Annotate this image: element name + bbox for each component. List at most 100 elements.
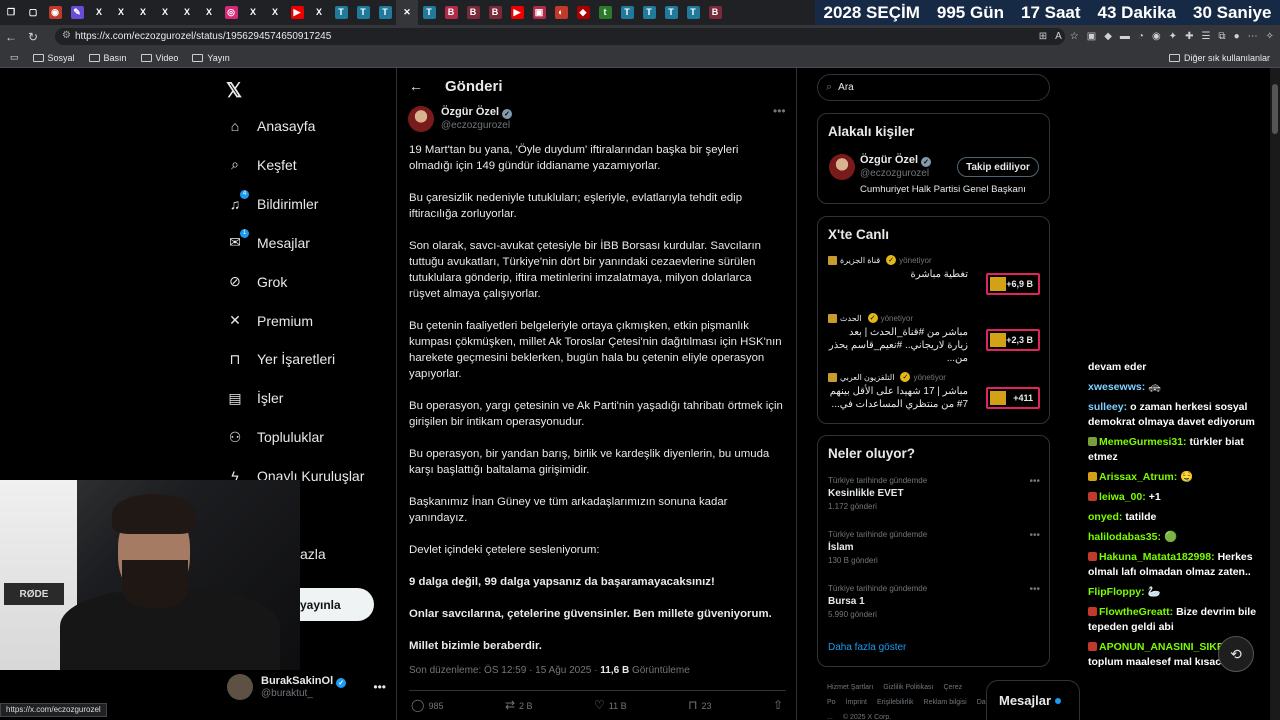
read-aloud-icon[interactable]: A xyxy=(1055,31,1062,42)
browser-tab[interactable]: B xyxy=(462,0,484,25)
extension-icon[interactable]: ◉ xyxy=(1152,31,1161,42)
browser-tab[interactable]: T xyxy=(374,0,396,25)
live-item[interactable]: الحدث ✓ yönetiyor مباشر من #قناة_الحدث | بع… xyxy=(828,313,1040,365)
browser-tab[interactable]: B xyxy=(704,0,726,25)
address-bar[interactable]: ⚙ https://x.com/eczozgurozel/status/1956… xyxy=(55,28,1065,45)
trend-item[interactable]: Türkiye tarihinde gündemde Bursa 1 5.990 g… xyxy=(828,584,1040,619)
nav-item[interactable]: ⌕ Keşfet xyxy=(226,156,297,174)
browser-tab[interactable]: T xyxy=(660,0,682,25)
browser-tab[interactable]: X xyxy=(88,0,110,25)
nav-item[interactable]: ✉ 1 Mesajlar xyxy=(226,228,310,252)
browser-tab[interactable]: X xyxy=(242,0,264,25)
browser-tab[interactable]: X xyxy=(264,0,286,25)
site-info-icon[interactable]: ⚙ xyxy=(62,30,71,41)
extension-icon[interactable]: ◆ xyxy=(1104,31,1112,42)
footer-link[interactable]: Reklam bilgisi xyxy=(924,699,967,706)
bookmark-folder-yayin[interactable]: Yayın xyxy=(192,53,230,63)
nav-more-label[interactable]: azla xyxy=(300,546,326,562)
post-button[interactable]: yayınla xyxy=(290,588,374,621)
author-avatar[interactable] xyxy=(408,106,434,132)
messages-drawer[interactable]: Mesajlar xyxy=(986,680,1080,720)
nav-item[interactable]: ▤ İşler xyxy=(226,389,283,407)
other-favorites[interactable]: Diğer sık kullanılanlar xyxy=(1168,48,1270,68)
nav-item[interactable]: ⚇ Topluluklar xyxy=(226,428,324,446)
nav-item[interactable]: ✕ Premium xyxy=(226,312,313,330)
browser-tab[interactable]: X xyxy=(198,0,220,25)
bookmark-folder-sosyal[interactable]: Sosyal xyxy=(32,53,75,63)
browser-tab[interactable]: T xyxy=(418,0,440,25)
nav-item[interactable]: ♫ 4 Bildirimler xyxy=(226,189,318,213)
author-handle[interactable]: @eczozgurozel xyxy=(441,120,510,131)
live-item[interactable]: التلفزيون العربي ✓ yönetiyor مباشر | 17 شهي… xyxy=(828,372,1040,411)
browser-tab[interactable]: B xyxy=(484,0,506,25)
browser-tab[interactable]: ▢ xyxy=(22,0,44,25)
show-more-link[interactable]: Daha fazla göster xyxy=(828,642,906,653)
menu-icon[interactable]: ⋯ xyxy=(1248,31,1258,42)
browser-tab[interactable]: ◐ xyxy=(550,0,572,25)
collections-icon[interactable]: ⧉ xyxy=(1218,31,1225,42)
extension-icon[interactable]: ◔ xyxy=(1138,31,1144,42)
split-screen-icon[interactable]: ⊞ xyxy=(1039,31,1047,42)
retweet-button[interactable]: ⇄ 2 B xyxy=(505,698,533,712)
scrollbar[interactable] xyxy=(1270,68,1280,720)
footer-link[interactable]: Gizlilik Politikası xyxy=(883,684,933,691)
post-timestamp[interactable]: Son düzenleme: ÖS 12:59 · 15 Ağu 2025 · xyxy=(409,665,600,676)
browser-tab[interactable]: ◎ xyxy=(220,0,242,25)
browser-tab[interactable]: X xyxy=(132,0,154,25)
live-listeners-badge[interactable]: +411 xyxy=(986,387,1040,409)
browser-tab[interactable]: ❐ xyxy=(0,0,22,25)
avatar[interactable] xyxy=(829,154,855,180)
footer-link[interactable]: Hizmet Şartları xyxy=(827,684,873,691)
bookmark-button[interactable]: ⊓ 23 xyxy=(688,698,711,712)
live-listeners-badge[interactable]: +6,9 B xyxy=(986,273,1040,295)
browser-tab[interactable]: X xyxy=(154,0,176,25)
live-item[interactable]: قناة الجزيرة ✓ yönetiyor تغطية مباشرة +6,9 B xyxy=(828,255,1040,295)
browser-tab[interactable]: ◉ xyxy=(44,0,66,25)
account-switcher[interactable]: BurakSakinOl ✓ @buraktut_ ••• xyxy=(227,670,392,704)
trend-item[interactable]: Türkiye tarihinde gündemde Kesinlikle EVE… xyxy=(828,476,1040,511)
more-options-icon[interactable]: ••• xyxy=(1029,584,1040,595)
search-input[interactable]: ⌕ Ara xyxy=(817,74,1050,101)
bookmark-folder-basin[interactable]: Basın xyxy=(88,53,127,63)
browser-tab[interactable]: T xyxy=(330,0,352,25)
reply-button[interactable]: ◯ 985 xyxy=(411,698,443,712)
footer-link[interactable]: İmprint xyxy=(846,699,867,706)
browser-tab[interactable]: T xyxy=(352,0,374,25)
browser-tab[interactable]: t xyxy=(594,0,616,25)
more-options-icon[interactable]: ••• xyxy=(1029,530,1040,541)
share-button[interactable]: ⇧ xyxy=(773,698,787,712)
more-options-icon[interactable]: ••• xyxy=(1029,476,1040,487)
browser-tab[interactable]: ▣ xyxy=(528,0,550,25)
nav-item[interactable]: ⊘ Grok xyxy=(226,273,287,291)
browser-tab[interactable]: B xyxy=(440,0,462,25)
reload-icon[interactable]: ↻ xyxy=(22,30,44,44)
nav-item[interactable]: ⌂ Anasayfa xyxy=(226,117,316,135)
like-button[interactable]: ♡ 11 B xyxy=(594,698,627,712)
extension-icon[interactable]: ✦ xyxy=(1169,31,1177,42)
browser-tab[interactable]: ✎ xyxy=(66,0,88,25)
extension-icon[interactable]: ▬ xyxy=(1120,31,1130,42)
footer-link[interactable]: Erişilebilirlik xyxy=(877,699,914,706)
grok-floating-icon[interactable]: ⟲ xyxy=(1218,636,1254,672)
favorite-star-icon[interactable]: ☆ xyxy=(1070,31,1079,42)
following-button[interactable]: Takip ediliyor xyxy=(957,157,1039,177)
extensions-puzzle-icon[interactable]: ✚ xyxy=(1185,31,1193,42)
browser-tab[interactable]: ✕ xyxy=(396,0,418,25)
live-listeners-badge[interactable]: +2,3 B xyxy=(986,329,1040,351)
copilot-icon[interactable]: ✧ xyxy=(1266,31,1274,42)
x-logo-icon[interactable]: 𝕏 xyxy=(226,78,242,103)
browser-tab[interactable]: X xyxy=(308,0,330,25)
extension-icon[interactable]: ▣ xyxy=(1087,31,1096,42)
nav-item[interactable]: ⊓ Yer İşaretleri xyxy=(226,350,336,368)
scrollbar-thumb[interactable] xyxy=(1272,84,1278,134)
trend-item[interactable]: Türkiye tarihinde gündemde İslam 130 B gön… xyxy=(828,530,1040,565)
bookmark-apps-icon[interactable]: ▭ xyxy=(10,52,19,63)
browser-tab[interactable]: ◆ xyxy=(572,0,594,25)
related-name[interactable]: Özgür Özel xyxy=(860,154,918,166)
author-name[interactable]: Özgür Özel xyxy=(441,106,499,118)
footer-link[interactable]: © 2025 X Corp. xyxy=(843,714,891,720)
browser-tab[interactable]: X xyxy=(110,0,132,25)
bookmark-folder-video[interactable]: Video xyxy=(140,53,178,63)
more-options-icon[interactable]: ••• xyxy=(373,680,386,694)
browser-tab[interactable]: ▶ xyxy=(506,0,528,25)
